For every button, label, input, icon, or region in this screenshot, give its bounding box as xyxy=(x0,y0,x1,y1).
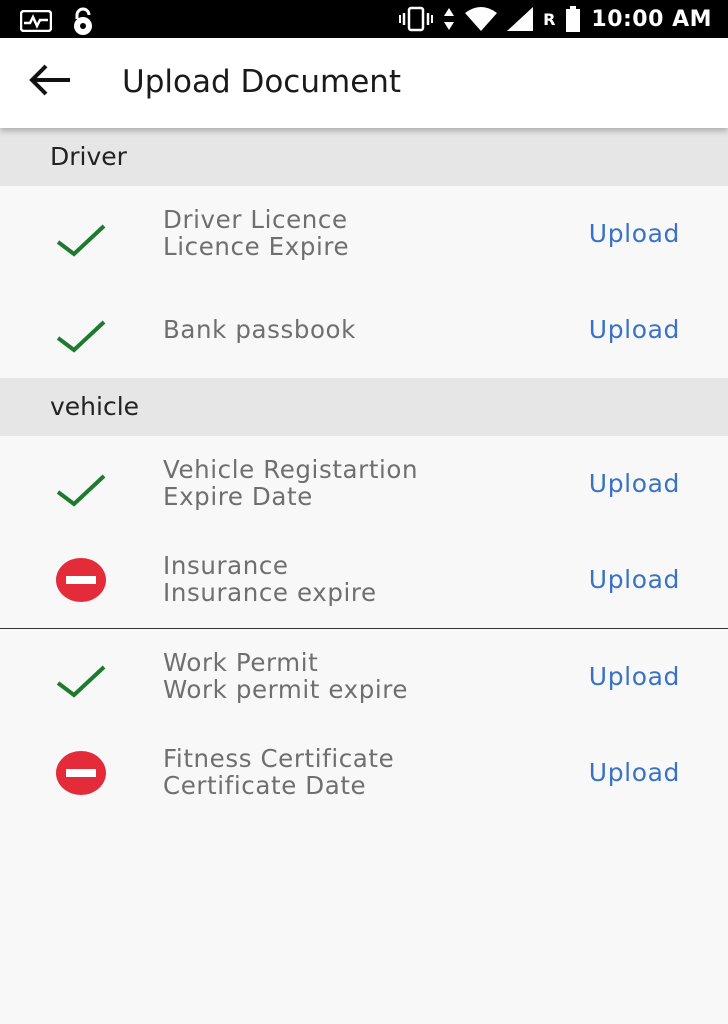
upload-button[interactable]: Upload xyxy=(589,758,680,787)
section-header-driver: Driver xyxy=(0,128,728,186)
status-bar: R 10:00 AM xyxy=(0,0,728,38)
document-subtitle: Expire Date xyxy=(163,482,313,511)
upload-button[interactable]: Upload xyxy=(589,315,680,344)
no-entry-icon xyxy=(56,751,106,795)
document-row-vehicle-registration[interactable]: Vehicle Registartion Expire Date Upload xyxy=(0,436,728,532)
document-row-work-permit[interactable]: Work Permit Work permit expire Upload xyxy=(0,629,728,725)
section-title: Driver xyxy=(50,142,127,171)
document-subtitle: Certificate Date xyxy=(163,771,367,800)
document-subtitle: Work permit expire xyxy=(163,675,409,704)
document-label: Work Permit Work permit expire xyxy=(163,649,408,703)
document-row-fitness-certificate[interactable]: Fitness Certificate Certificate Date Upl… xyxy=(0,725,728,821)
document-row-insurance[interactable]: Insurance Insurance expire Upload xyxy=(0,532,728,628)
document-label: Bank passbook xyxy=(163,316,356,343)
document-subtitle: Licence Expire xyxy=(163,232,350,261)
vibrate-icon xyxy=(399,6,434,32)
document-label: Fitness Certificate Certificate Date xyxy=(163,745,394,799)
document-name: Vehicle Registartion xyxy=(163,455,419,484)
document-name: Work Permit xyxy=(163,648,319,677)
app-bar: Upload Document xyxy=(0,38,728,128)
section-title: vehicle xyxy=(50,392,140,421)
section-header-vehicle: vehicle xyxy=(0,378,728,436)
document-name: Driver Licence xyxy=(163,205,348,234)
document-row-bank-passbook[interactable]: Bank passbook Upload xyxy=(0,282,728,378)
upload-button[interactable]: Upload xyxy=(589,662,680,691)
document-name: Bank passbook xyxy=(163,315,356,344)
document-row-driver-licence[interactable]: Driver Licence Licence Expire Upload xyxy=(0,186,728,282)
signal-icon xyxy=(507,7,534,31)
upload-button[interactable]: Upload xyxy=(589,565,680,594)
battery-icon xyxy=(566,6,581,32)
document-label: Insurance Insurance expire xyxy=(163,552,377,606)
upload-button[interactable]: Upload xyxy=(589,469,680,498)
lock-icon xyxy=(74,7,92,35)
check-icon xyxy=(56,665,106,698)
arrow-back-icon xyxy=(29,64,70,96)
document-name: Fitness Certificate xyxy=(163,744,395,773)
status-time: 10:00 AM xyxy=(591,6,712,32)
document-label: Driver Licence Licence Expire xyxy=(163,206,349,260)
document-label: Vehicle Registartion Expire Date xyxy=(163,456,418,510)
roaming-indicator: R xyxy=(543,9,556,29)
data-arrows-icon xyxy=(444,8,455,30)
check-icon xyxy=(56,320,106,353)
back-button[interactable] xyxy=(26,60,74,108)
page-title: Upload Document xyxy=(122,64,402,100)
wifi-icon xyxy=(465,7,498,31)
document-name: Insurance xyxy=(163,551,289,580)
check-icon xyxy=(56,224,106,257)
document-subtitle: Insurance expire xyxy=(163,578,377,607)
activity-icon xyxy=(20,10,52,32)
no-entry-icon xyxy=(56,558,106,602)
check-icon xyxy=(56,474,106,507)
upload-button[interactable]: Upload xyxy=(589,219,680,248)
